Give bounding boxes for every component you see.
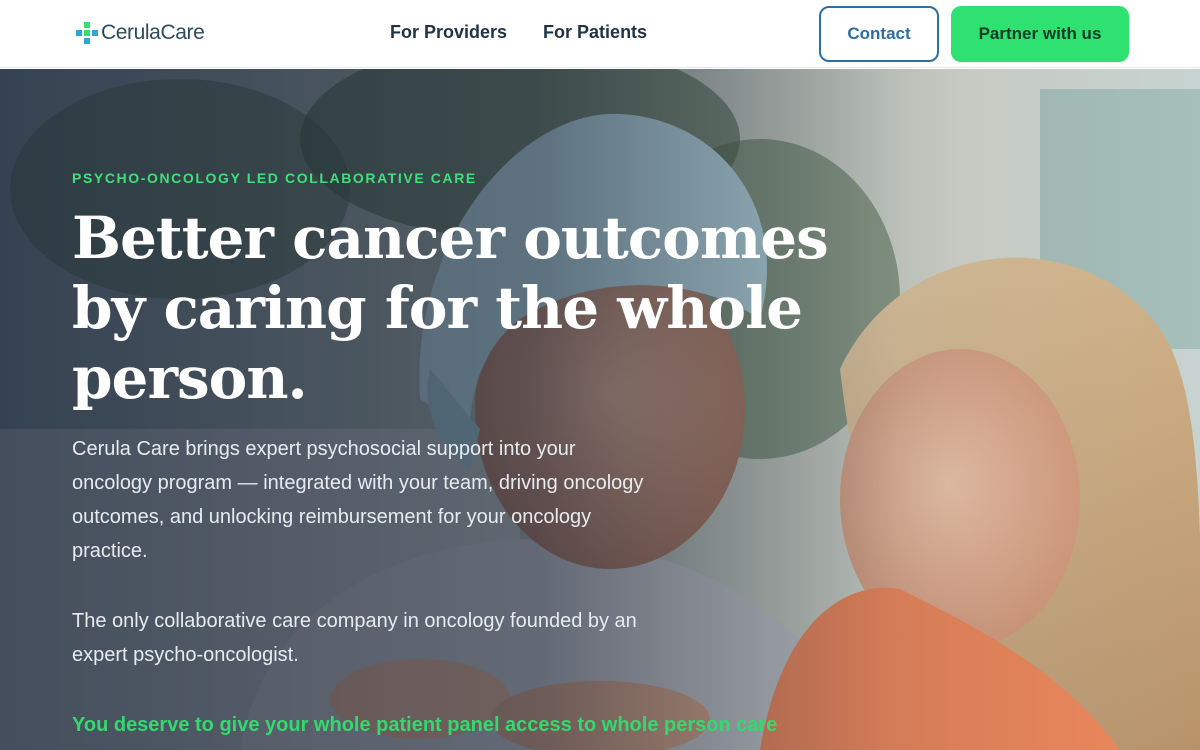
nav-for-patients[interactable]: For Patients — [543, 22, 647, 43]
hero-section: PSYCHO-ONCOLOGY LED COLLABORATIVE CARE B… — [0, 69, 1200, 750]
main-nav: For Providers For Patients — [390, 22, 647, 43]
hero-paragraph-1: Cerula Care brings expert psychosocial s… — [72, 438, 644, 562]
cross-logo-icon — [76, 22, 98, 44]
partner-button[interactable]: Partner with us — [951, 6, 1129, 62]
hero-cta-line: You deserve to give your whole patient p… — [72, 714, 778, 736]
hero-paragraph-2: The only collaborative care company in o… — [72, 610, 637, 666]
nav-for-providers[interactable]: For Providers — [390, 22, 507, 43]
logo[interactable]: CerulaCare — [76, 20, 205, 46]
hero-eyebrow: PSYCHO-ONCOLOGY LED COLLABORATIVE CARE — [72, 170, 477, 186]
contact-button[interactable]: Contact — [819, 6, 939, 62]
site-header: CerulaCare For Providers For Patients Co… — [0, 0, 1200, 68]
logo-text: CerulaCare — [101, 21, 205, 44]
hero-headline: Better cancer outcomes by caring for the… — [72, 204, 829, 412]
